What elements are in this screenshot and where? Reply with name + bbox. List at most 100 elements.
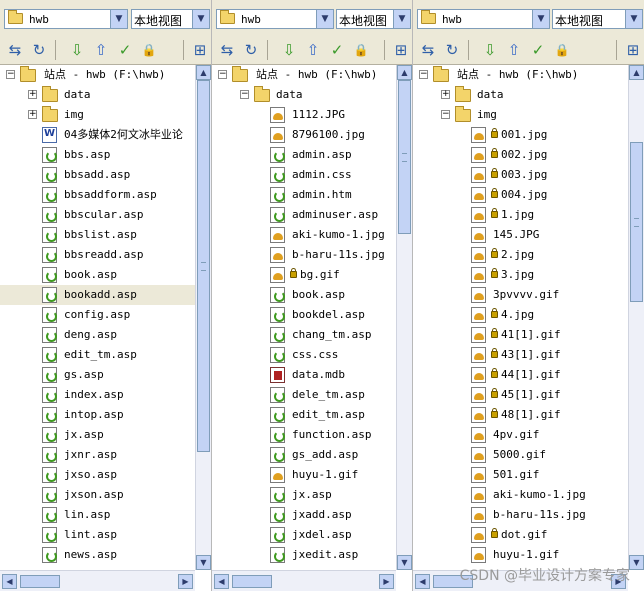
tree-root-row[interactable]: − 站点 - hwb (F:\hwb)	[413, 65, 628, 85]
tree-file-row[interactable]: bbscular.asp	[0, 205, 195, 225]
tree-file-row[interactable]: bookdel.asp	[212, 305, 396, 325]
chevron-down-icon[interactable]: ▼	[625, 10, 642, 28]
tree-file-row[interactable]: css.css	[212, 345, 396, 365]
tree-folder-row[interactable]: − img	[413, 105, 628, 125]
tree-file-row[interactable]: chang_tm.asp	[212, 325, 396, 345]
site-dropdown[interactable]: hwb ▼	[417, 9, 550, 29]
tree-file-row[interactable]: aki-kumo-1.jpg	[413, 485, 628, 505]
horizontal-scrollbar[interactable]: ◀ ▶	[0, 570, 195, 591]
tree-file-row[interactable]: news.asp	[0, 545, 195, 565]
put-icon[interactable]: ⇧	[503, 39, 525, 61]
check-in-icon[interactable]: 🔒	[551, 39, 573, 61]
chevron-down-icon[interactable]: ▼	[532, 10, 549, 28]
tree-file-row[interactable]: data.mdb	[212, 365, 396, 385]
collapse-toggle-icon[interactable]: −	[240, 90, 249, 99]
tree-file-row[interactable]: bbslist.asp	[0, 225, 195, 245]
scroll-down-icon[interactable]: ▼	[629, 555, 644, 570]
tree-file-row[interactable]: jxedit.asp	[212, 545, 396, 565]
tree-file-row[interactable]: book.asp	[212, 285, 396, 305]
tree-file-row[interactable]: jxso.asp	[0, 465, 195, 485]
scroll-down-icon[interactable]: ▼	[196, 555, 211, 570]
get-icon[interactable]: ⇩	[479, 39, 501, 61]
scroll-thumb[interactable]	[630, 142, 643, 302]
tree-file-row[interactable]: 003.jpg	[413, 165, 628, 185]
view-dropdown[interactable]: 本地视图 ▼	[552, 9, 643, 29]
tree-file-row[interactable]: jxdel.asp	[212, 525, 396, 545]
tree-root-row[interactable]: − 站点 - hwb (F:\hwb)	[212, 65, 396, 85]
tree-file-row[interactable]: admin.htm	[212, 185, 396, 205]
tree-file-row[interactable]: bbs.asp	[0, 145, 195, 165]
tree-folder-row[interactable]: + data	[0, 85, 195, 105]
tree-file-row[interactable]: 145.JPG	[413, 225, 628, 245]
scroll-down-icon[interactable]: ▼	[397, 555, 412, 570]
site-dropdown[interactable]: hwb ▼	[4, 9, 128, 29]
chevron-down-icon[interactable]: ▼	[393, 10, 410, 28]
tree-file-row[interactable]: admin.asp	[212, 145, 396, 165]
tree-file-row[interactable]: deng.asp	[0, 325, 195, 345]
tree-file-row[interactable]: b-haru-11s.jpg	[212, 245, 396, 265]
collapse-toggle-icon[interactable]: −	[419, 70, 428, 79]
vertical-scrollbar[interactable]: ▲ ▼	[195, 65, 211, 570]
tree-file-row[interactable]: function.asp	[212, 425, 396, 445]
tree-file-row[interactable]: 001.jpg	[413, 125, 628, 145]
tree-file-row[interactable]: lin.asp	[0, 505, 195, 525]
scroll-thumb[interactable]	[398, 80, 411, 234]
scroll-thumb[interactable]	[197, 80, 210, 452]
tree-file-row[interactable]: 3.jpg	[413, 265, 628, 285]
check-out-icon[interactable]: ✓	[326, 39, 348, 61]
chevron-down-icon[interactable]: ▼	[192, 10, 209, 28]
tree-file-row[interactable]: gs_add.asp	[212, 445, 396, 465]
refresh-icon[interactable]: ↻	[441, 39, 463, 61]
get-icon[interactable]: ⇩	[66, 39, 88, 61]
tree-file-row[interactable]: adminuser.asp	[212, 205, 396, 225]
tree-file-row[interactable]: aki-kumo-1.jpg	[212, 225, 396, 245]
tree-file-row[interactable]: jx.asp	[0, 425, 195, 445]
scroll-right-icon[interactable]: ▶	[611, 574, 626, 589]
connect-icon[interactable]: ⇆	[216, 39, 238, 61]
check-in-icon[interactable]: 🔒	[138, 39, 160, 61]
tree-file-row[interactable]: 2.jpg	[413, 245, 628, 265]
tree-file-row[interactable]: gs.asp	[0, 365, 195, 385]
tree-file-row[interactable]: 5000.gif	[413, 445, 628, 465]
tree-file-row[interactable]: 3pvvvv.gif	[413, 285, 628, 305]
expand-toggle-icon[interactable]: +	[441, 90, 450, 99]
tree-file-row[interactable]: bbsaddform.asp	[0, 185, 195, 205]
tree-file-row[interactable]: index.asp	[0, 385, 195, 405]
tree-file-row[interactable]: edit_tm.asp	[0, 345, 195, 365]
collapse-toggle-icon[interactable]: −	[6, 70, 15, 79]
tree-file-row[interactable]: bbsadd.asp	[0, 165, 195, 185]
expand-icon[interactable]: ⊞	[622, 39, 644, 61]
tree-file-row[interactable]: jxson.asp	[0, 485, 195, 505]
tree-file-row[interactable]: jx.asp	[212, 485, 396, 505]
tree-file-row[interactable]: b-haru-11s.jpg	[413, 505, 628, 525]
check-out-icon[interactable]: ✓	[114, 39, 136, 61]
tree-file-row[interactable]: admin.css	[212, 165, 396, 185]
scroll-right-icon[interactable]: ▶	[178, 574, 193, 589]
expand-icon[interactable]: ⊞	[189, 39, 211, 61]
view-dropdown[interactable]: 本地视图 ▼	[131, 9, 210, 29]
tree-file-row[interactable]: jxadd.asp	[212, 505, 396, 525]
tree-file-row[interactable]: 002.jpg	[413, 145, 628, 165]
horizontal-scroll-thumb[interactable]	[20, 575, 60, 588]
tree-file-row[interactable]: dele_tm.asp	[212, 385, 396, 405]
connect-icon[interactable]: ⇆	[417, 39, 439, 61]
tree-file-row[interactable]: huyu-1.gif	[212, 465, 396, 485]
check-in-icon[interactable]: 🔒	[350, 39, 372, 61]
tree-file-row[interactable]: bbsreadd.asp	[0, 245, 195, 265]
tree-file-row[interactable]: intop.asp	[0, 405, 195, 425]
expand-toggle-icon[interactable]: +	[28, 110, 37, 119]
collapse-toggle-icon[interactable]: −	[218, 70, 227, 79]
tree-file-row[interactable]: 1112.JPG	[212, 105, 396, 125]
tree-folder-row[interactable]: − data	[212, 85, 396, 105]
tree-file-row[interactable]: book.asp	[0, 265, 195, 285]
tree-file-row[interactable]: bookadd.asp	[0, 285, 195, 305]
connect-icon[interactable]: ⇆	[4, 39, 26, 61]
tree-file-row[interactable]: 41[1].gif	[413, 325, 628, 345]
tree-file-row[interactable]: lint.asp	[0, 525, 195, 545]
expand-icon[interactable]: ⊞	[390, 39, 412, 61]
view-dropdown[interactable]: 本地视图 ▼	[336, 9, 411, 29]
expand-toggle-icon[interactable]: +	[28, 90, 37, 99]
chevron-down-icon[interactable]: ▼	[110, 10, 127, 28]
horizontal-scrollbar[interactable]: ◀ ▶	[413, 570, 628, 591]
vertical-scrollbar[interactable]: ▲ ▼	[396, 65, 412, 570]
